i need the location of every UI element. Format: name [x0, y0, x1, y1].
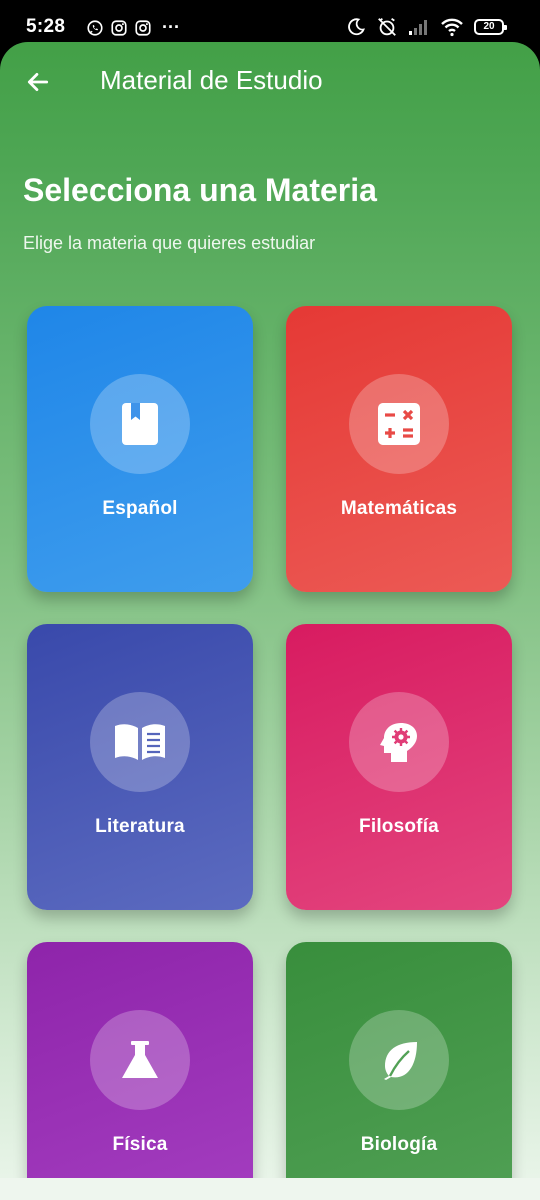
subject-label: Física	[112, 1134, 168, 1155]
subject-card-filosofia[interactable]: Filosofía	[286, 624, 512, 910]
leaf-icon	[384, 1042, 417, 1080]
notification-icons: ···	[86, 17, 180, 38]
psychology-icon	[380, 723, 417, 762]
calculator-icon	[378, 403, 420, 445]
moon-icon	[348, 18, 365, 36]
icon-circle	[90, 692, 190, 792]
app-screen: Material de Estudio Selecciona una Mater…	[0, 42, 540, 1178]
icon-circle	[90, 1010, 190, 1110]
flask-icon	[122, 1041, 158, 1078]
instagram-icon	[111, 19, 127, 36]
subject-card-espanol[interactable]: Español	[27, 306, 253, 592]
instagram-icon	[135, 19, 151, 36]
book-icon	[122, 403, 158, 445]
bottom-area	[0, 1178, 540, 1200]
subject-label: Filosofía	[359, 816, 439, 837]
subject-label: Matemáticas	[340, 498, 458, 519]
back-button[interactable]	[20, 64, 56, 100]
arrow-back-icon	[27, 73, 49, 91]
wifi-icon	[441, 18, 463, 37]
battery-indicator: 20	[474, 19, 507, 35]
subject-label: Español	[102, 498, 178, 519]
alarm-off-icon	[378, 17, 396, 36]
subject-label: Literatura	[95, 816, 185, 837]
signal-icon	[409, 20, 427, 35]
icon-circle	[349, 692, 449, 792]
open-book-icon	[115, 724, 165, 760]
subject-card-literatura[interactable]: Literatura	[27, 624, 253, 910]
whatsapp-icon	[87, 19, 103, 36]
more-notifications-indicator: ···	[162, 17, 180, 37]
page-heading: Selecciona una Materia	[23, 172, 377, 208]
subject-card-biologia[interactable]: Biología	[286, 942, 512, 1178]
page-subheading: Elige la materia que quieres estudiar	[23, 233, 316, 253]
icon-circle	[349, 374, 449, 474]
system-icons: 20	[346, 16, 507, 38]
subject-label: Biología	[360, 1134, 438, 1155]
status-time: 5:28	[26, 16, 66, 37]
app-bar-title: Material de Estudio	[100, 65, 323, 95]
subject-card-fisica[interactable]: Física	[27, 942, 253, 1178]
icon-circle	[90, 374, 190, 474]
subject-card-matematicas[interactable]: Matemáticas	[286, 306, 512, 592]
icon-circle	[349, 1010, 449, 1110]
